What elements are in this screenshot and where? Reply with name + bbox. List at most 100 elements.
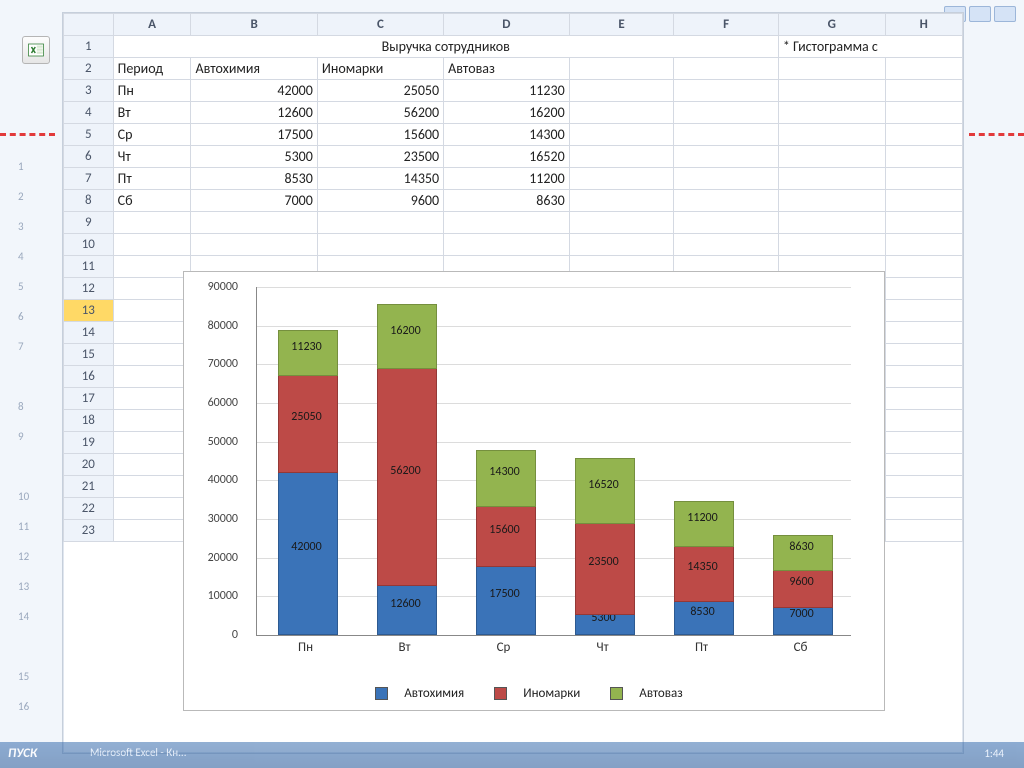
note-cell[interactable]: * Гистограмма с xyxy=(778,36,962,58)
header-cell-2[interactable]: Иномарки xyxy=(317,58,443,80)
y-tick-60000: 60000 xyxy=(184,396,238,410)
row-header-5[interactable]: 5 xyxy=(64,124,114,146)
cell-r8-c3[interactable]: 8630 xyxy=(444,190,570,212)
data-label: 11230 xyxy=(278,340,336,354)
cell-r4-c0[interactable]: Вт xyxy=(113,102,191,124)
data-label: 15600 xyxy=(476,523,534,537)
cell-r4-c1[interactable]: 12600 xyxy=(191,102,317,124)
cell-r8-c2[interactable]: 9600 xyxy=(317,190,443,212)
header-cell-1[interactable]: Автохимия xyxy=(191,58,317,80)
chart-legend: АвтохимияИномаркиАвтоваз xyxy=(184,686,884,704)
cell-r5-c0[interactable]: Ср xyxy=(113,124,191,146)
row-header-2[interactable]: 2 xyxy=(64,58,114,80)
data-label: 14300 xyxy=(476,465,534,479)
row-header-11[interactable]: 11 xyxy=(64,256,114,278)
taskbar[interactable]: ПУСК Microsoft Excel - Кн... 1:44 xyxy=(0,742,1024,768)
row-header-7[interactable]: 7 xyxy=(64,168,114,190)
bg-rownum: 6 xyxy=(18,310,24,323)
row-header-12[interactable]: 12 xyxy=(64,278,114,300)
cell-r8-c1[interactable]: 7000 xyxy=(191,190,317,212)
row-header-8[interactable]: 8 xyxy=(64,190,114,212)
x-label-Ср: Ср xyxy=(475,640,533,655)
data-label: 42000 xyxy=(278,540,336,554)
row-header-10[interactable]: 10 xyxy=(64,234,114,256)
cell-r7-c0[interactable]: Пт xyxy=(113,168,191,190)
cell-r3-c2[interactable]: 25050 xyxy=(317,80,443,102)
taskbar-clock: 1:44 xyxy=(984,747,1004,760)
row-header-21[interactable]: 21 xyxy=(64,476,114,498)
legend-item-0: Автохимия xyxy=(375,686,474,701)
cell-r5-c1[interactable]: 17500 xyxy=(191,124,317,146)
data-label: 23500 xyxy=(575,555,633,569)
header-cell-3[interactable]: Автоваз xyxy=(444,58,570,80)
row-header-9[interactable]: 9 xyxy=(64,212,114,234)
bg-rownum: 14 xyxy=(18,610,29,623)
row-header-17[interactable]: 17 xyxy=(64,388,114,410)
row-header-13[interactable]: 13 xyxy=(64,300,114,322)
cell-r6-c1[interactable]: 5300 xyxy=(191,146,317,168)
column-header-F[interactable]: F xyxy=(674,14,779,36)
row-header-18[interactable]: 18 xyxy=(64,410,114,432)
cell-r5-c2[interactable]: 15600 xyxy=(317,124,443,146)
row-header-6[interactable]: 6 xyxy=(64,146,114,168)
cell-r4-c3[interactable]: 16200 xyxy=(444,102,570,124)
x-label-Пн: Пн xyxy=(277,640,335,655)
cell-r3-c3[interactable]: 11230 xyxy=(444,80,570,102)
excel-icon xyxy=(22,36,50,64)
cell-r6-c3[interactable]: 16520 xyxy=(444,146,570,168)
x-label-Чт: Чт xyxy=(574,640,632,655)
row-header-16[interactable]: 16 xyxy=(64,366,114,388)
header-cell-0[interactable]: Период xyxy=(113,58,191,80)
column-header-C[interactable]: C xyxy=(317,14,443,36)
row-header-20[interactable]: 20 xyxy=(64,454,114,476)
cell-r7-c1[interactable]: 8530 xyxy=(191,168,317,190)
embedded-chart[interactable]: 4200025050112301260056200162001750015600… xyxy=(183,271,885,711)
column-header-H[interactable]: H xyxy=(885,14,962,36)
row-header-19[interactable]: 19 xyxy=(64,432,114,454)
row-header-1[interactable]: 1 xyxy=(64,36,114,58)
cell-r4-c2[interactable]: 56200 xyxy=(317,102,443,124)
row-header-15[interactable]: 15 xyxy=(64,344,114,366)
bg-rownum: 8 xyxy=(18,400,24,413)
data-label: 14350 xyxy=(674,560,732,574)
y-tick-0: 0 xyxy=(184,628,238,642)
cell-r7-c3[interactable]: 11200 xyxy=(444,168,570,190)
column-header-D[interactable]: D xyxy=(444,14,570,36)
column-header-A[interactable]: A xyxy=(113,14,191,36)
cell-r6-c0[interactable]: Чт xyxy=(113,146,191,168)
bg-rownum: 4 xyxy=(18,250,24,263)
cell-r8-c0[interactable]: Сб xyxy=(113,190,191,212)
taskbar-item-excel[interactable]: Microsoft Excel - Кн... xyxy=(90,746,186,759)
bg-rownum: 13 xyxy=(18,580,29,593)
title-cell[interactable]: Выручка сотрудников xyxy=(113,36,778,58)
column-header-E[interactable]: E xyxy=(569,14,674,36)
bg-rownum: 16 xyxy=(18,700,29,713)
row-header-23[interactable]: 23 xyxy=(64,520,114,542)
cell-r3-c0[interactable]: Пн xyxy=(113,80,191,102)
cell-r5-c3[interactable]: 14300 xyxy=(444,124,570,146)
row-header-4[interactable]: 4 xyxy=(64,102,114,124)
cell-r3-c1[interactable]: 42000 xyxy=(191,80,317,102)
y-tick-80000: 80000 xyxy=(184,319,238,333)
spreadsheet-panel[interactable]: ABCDEFGH 1Выручка сотрудников* Гистограм… xyxy=(62,12,964,754)
data-label: 16520 xyxy=(575,478,633,492)
row-header-14[interactable]: 14 xyxy=(64,322,114,344)
y-tick-40000: 40000 xyxy=(184,473,238,487)
row-header-3[interactable]: 3 xyxy=(64,80,114,102)
data-label: 8630 xyxy=(773,540,831,554)
bg-rownum: 3 xyxy=(18,220,24,233)
column-header-G[interactable]: G xyxy=(778,14,885,36)
x-label-Пт: Пт xyxy=(673,640,731,655)
cell-r7-c2[interactable]: 14350 xyxy=(317,168,443,190)
cell-r6-c2[interactable]: 23500 xyxy=(317,146,443,168)
y-tick-70000: 70000 xyxy=(184,357,238,371)
x-label-Вт: Вт xyxy=(376,640,434,655)
y-tick-50000: 50000 xyxy=(184,435,238,449)
row-header-22[interactable]: 22 xyxy=(64,498,114,520)
bg-rownum: 11 xyxy=(18,520,29,533)
data-label: 11200 xyxy=(674,511,732,525)
column-header-B[interactable]: B xyxy=(191,14,317,36)
legend-item-1: Иномарки xyxy=(494,686,590,701)
y-tick-30000: 30000 xyxy=(184,512,238,526)
start-button[interactable]: ПУСК xyxy=(8,746,37,761)
